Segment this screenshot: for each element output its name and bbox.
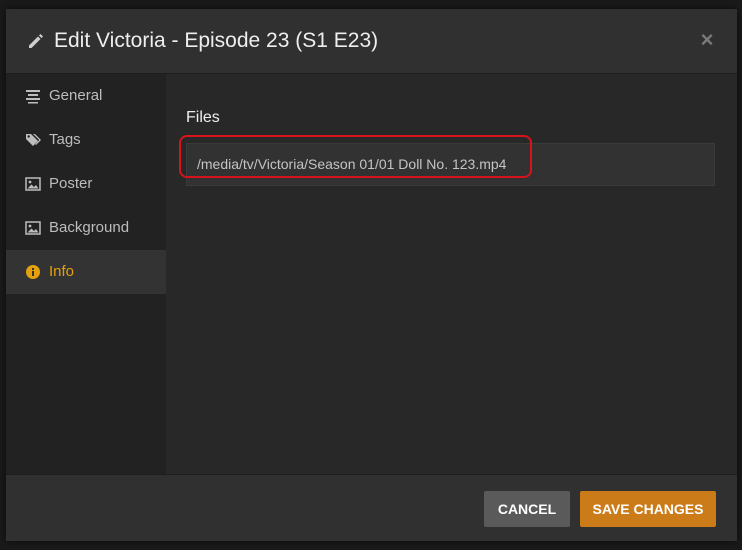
close-icon[interactable]: × bbox=[695, 26, 719, 54]
files-heading: Files bbox=[186, 109, 220, 126]
dialog-title: Edit Victoria - Episode 23 (S1 E23) bbox=[54, 29, 379, 52]
sidebar-item-label: General bbox=[49, 87, 103, 104]
dialog-footer: CANCEL SAVE CHANGES bbox=[6, 474, 737, 541]
image-icon bbox=[25, 176, 41, 192]
sidebar-item-poster[interactable]: Poster bbox=[6, 162, 166, 206]
file-path-row[interactable]: /media/tv/Victoria/Season 01/01 Doll No.… bbox=[186, 143, 715, 186]
sidebar-item-tags[interactable]: Tags bbox=[6, 118, 166, 162]
sidebar-item-general[interactable]: General bbox=[6, 74, 166, 118]
align-center-icon bbox=[25, 88, 41, 104]
cancel-button[interactable]: CANCEL bbox=[484, 491, 570, 527]
dialog-header: Edit Victoria - Episode 23 (S1 E23) × bbox=[6, 9, 737, 74]
sidebar-item-label: Info bbox=[49, 263, 75, 280]
edit-dialog: Edit Victoria - Episode 23 (S1 E23) × Ge… bbox=[6, 9, 737, 541]
save-changes-button[interactable]: SAVE CHANGES bbox=[580, 491, 716, 527]
tags-icon bbox=[25, 132, 41, 148]
pencil-icon bbox=[26, 31, 46, 51]
sidebar-item-label: Tags bbox=[49, 131, 81, 148]
sidebar-item-label: Background bbox=[49, 219, 130, 236]
info-circle-icon bbox=[25, 264, 41, 280]
file-path: /media/tv/Victoria/Season 01/01 Doll No.… bbox=[197, 156, 507, 172]
sidebar-item-info[interactable]: Info bbox=[6, 250, 166, 294]
sidebar: General Tags Poster Background Info bbox=[6, 74, 166, 474]
image-icon bbox=[25, 220, 41, 236]
info-panel: Files /media/tv/Victoria/Season 01/01 Do… bbox=[166, 74, 737, 474]
sidebar-item-label: Poster bbox=[49, 175, 93, 192]
sidebar-item-background[interactable]: Background bbox=[6, 206, 166, 250]
